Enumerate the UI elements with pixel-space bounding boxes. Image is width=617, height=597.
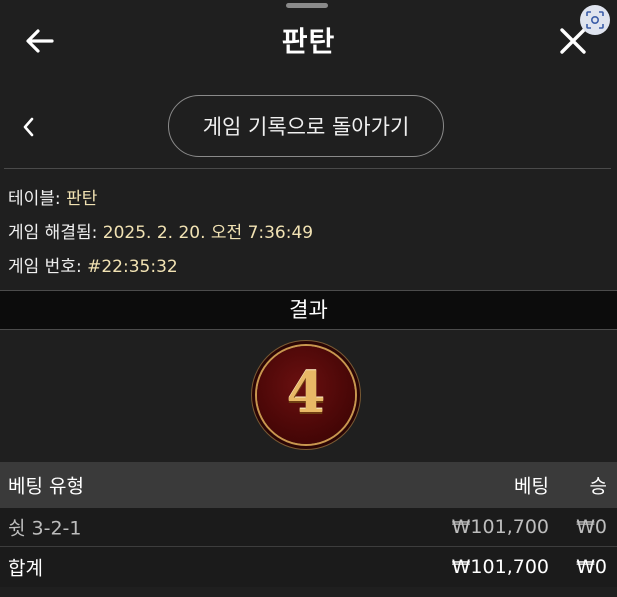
table-label: 테이블: [8, 189, 67, 209]
total-win-amount: ₩0 [576, 556, 607, 578]
game-number-info: 게임 번호: #22:35:32 [8, 252, 178, 277]
result-number: 4 [286, 360, 326, 426]
back-to-history-button[interactable]: 게임 기록으로 돌아가기 [168, 95, 444, 157]
resolved-value: 2025. 2. 20. 오전 7:36:49 [102, 223, 314, 243]
total-row: 합계 ₩101,700 ₩0 [0, 547, 617, 587]
game-number-label: 게임 번호: [8, 257, 88, 277]
row-win-amount: ₩0 [576, 516, 607, 538]
result-heading: 결과 [0, 290, 617, 330]
table-row: 쉿 3-2-1 ₩101,700 ₩0 [0, 508, 617, 547]
divider [4, 168, 611, 169]
table-info: 테이블: 판탄 [8, 184, 97, 209]
row-bet-type: 쉿 3-2-1 [8, 517, 82, 540]
scan-icon[interactable] [580, 5, 610, 35]
col-bet-type: 베팅 유형 [8, 475, 84, 498]
chevron-left-icon[interactable] [18, 114, 40, 140]
total-label: 합계 [8, 557, 43, 580]
page-title: 판탄 [281, 25, 336, 58]
result-ball: 4 [257, 346, 355, 444]
history-nav: 게임 기록으로 돌아가기 [0, 92, 617, 162]
resolved-label: 게임 해결됨: [8, 223, 103, 243]
resolved-info: 게임 해결됨: 2025. 2. 20. 오전 7:36:49 [8, 218, 313, 243]
col-win: 승 [589, 475, 607, 498]
row-bet-amount: ₩101,700 [451, 516, 549, 538]
top-bar: 판탄 [0, 0, 617, 82]
total-bet-amount: ₩101,700 [451, 556, 549, 578]
col-bet: 베팅 [514, 475, 549, 498]
table-value: 판탄 [66, 189, 98, 209]
game-number-value: #22:35:32 [87, 257, 178, 277]
bets-table-header: 베팅 유형 베팅 승 [0, 462, 617, 508]
